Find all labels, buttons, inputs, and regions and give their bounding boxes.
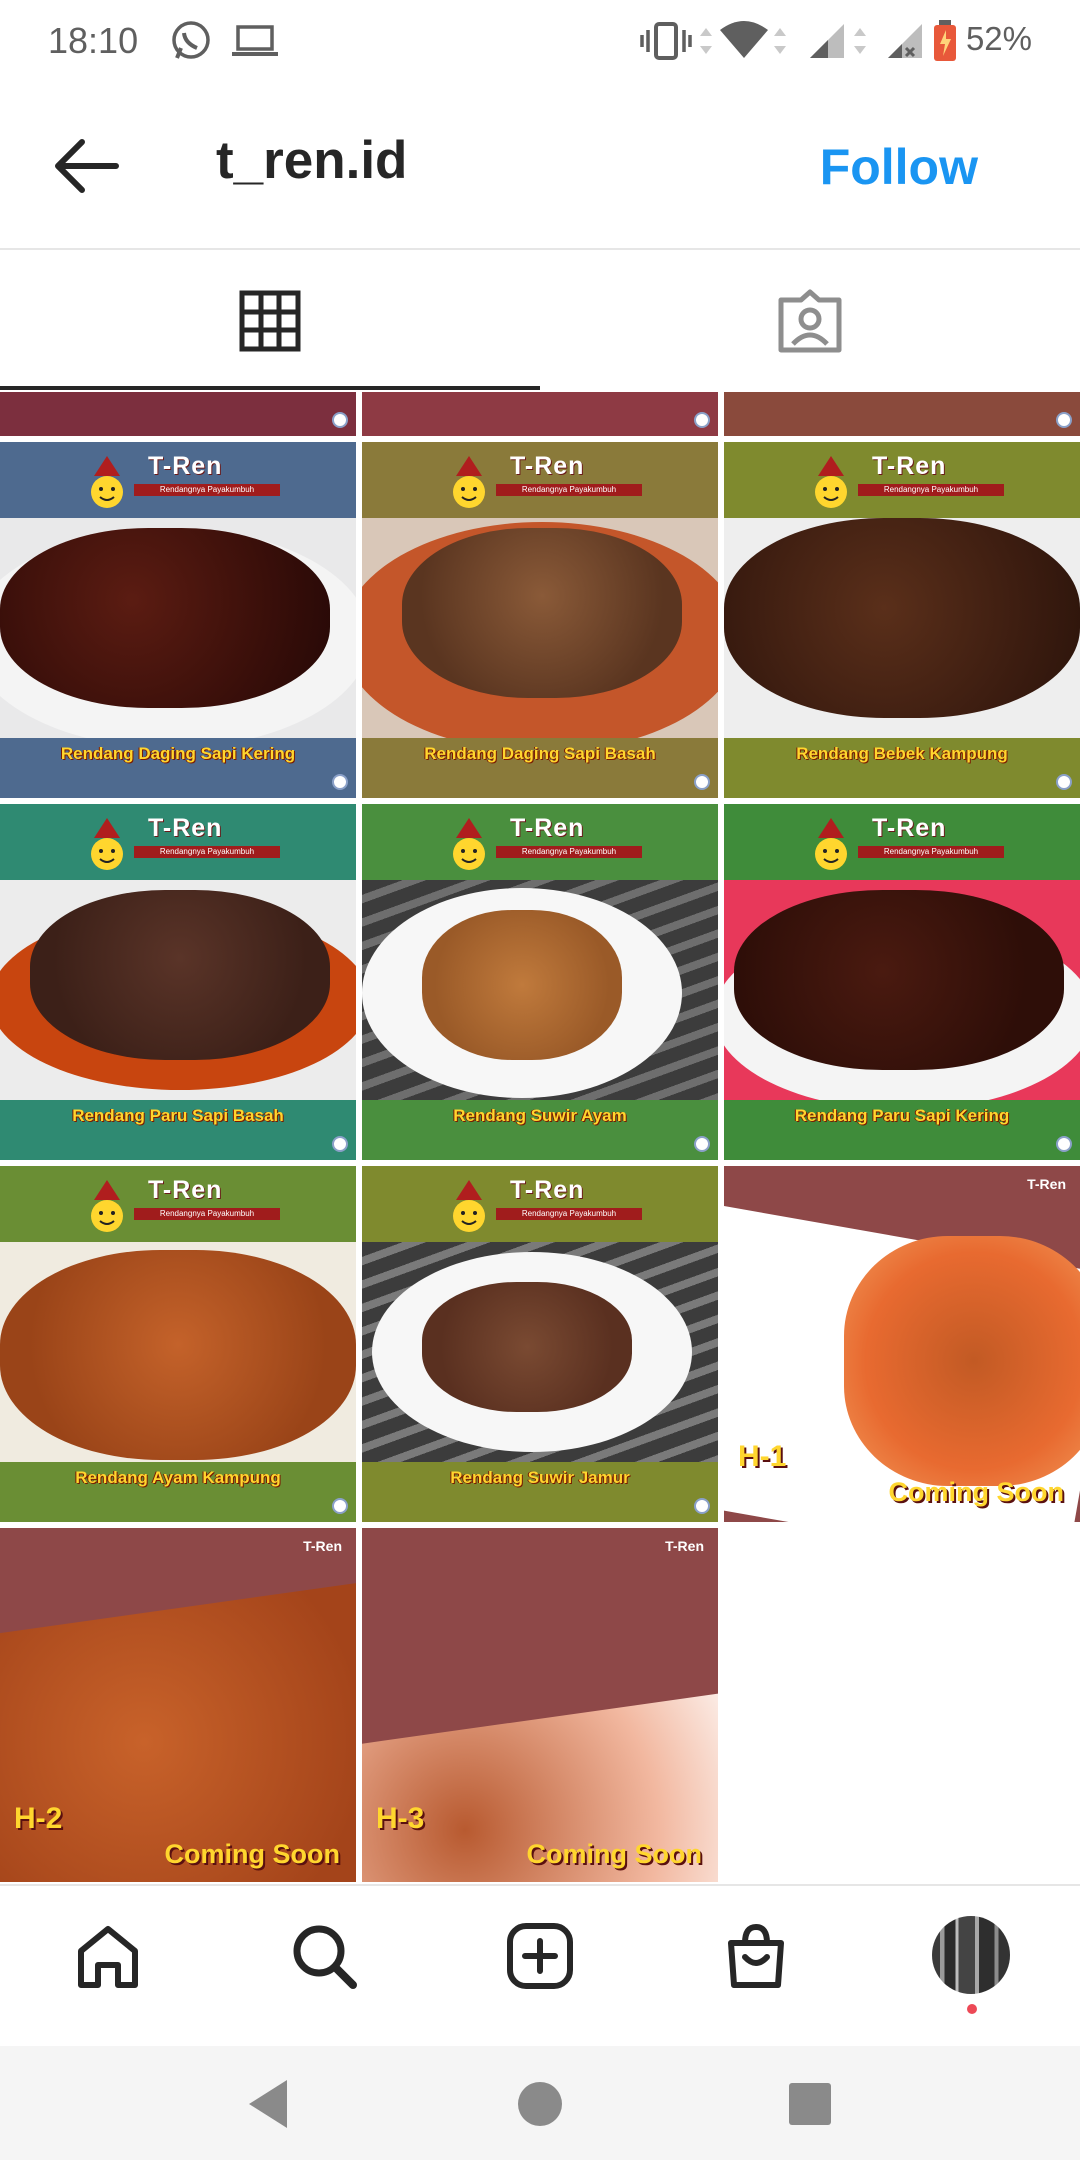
system-back-button[interactable]	[238, 2074, 298, 2134]
brand-logo: T-Ren Rendangnya Payakumbuh	[450, 812, 660, 876]
triangle-back-icon	[249, 2080, 287, 2128]
post-tile[interactable]: T-Ren Rendangnya Payakumbuh Rendang Ayam…	[0, 1166, 356, 1522]
square-recents-icon	[789, 2083, 831, 2125]
search-icon	[293, 1925, 357, 1989]
tagged-person-icon	[778, 289, 842, 353]
tab-grid[interactable]	[0, 250, 540, 392]
brand-logo: T-Ren Rendangnya Payakumbuh	[88, 1174, 298, 1238]
post-tile[interactable]: T-Ren Rendangnya Payakumbuh Rendang Dagi…	[0, 442, 356, 798]
profile-header: t_ren.id Follow	[0, 84, 1080, 250]
system-recents-button[interactable]	[780, 2074, 840, 2134]
brand-logo: T-Ren Rendangnya Payakumbuh	[812, 812, 1022, 876]
brand-logo: T-Ren Rendangnya Payakumbuh	[88, 812, 298, 876]
nav-home[interactable]	[68, 1916, 148, 1996]
signal-off-icon	[884, 18, 928, 69]
post-tile[interactable]: T-Ren Rendangnya Payakumbuh Rendang Suwi…	[362, 1166, 718, 1522]
vibrate-icon	[638, 18, 694, 69]
back-arrow-icon	[55, 139, 119, 193]
post-caption: Rendang Ayam Kampung	[75, 1468, 281, 1487]
multi-image-icon	[694, 774, 710, 790]
post-tile[interactable]: T-Ren Rendangnya Payakumbuh Rendang Paru…	[0, 804, 356, 1160]
countdown-day: H-2	[14, 1802, 63, 1835]
back-button[interactable]	[46, 128, 130, 204]
multi-image-icon	[694, 1136, 710, 1152]
shop-icon	[728, 1923, 784, 1988]
post-caption: Rendang Suwir Ayam	[453, 1106, 627, 1125]
multi-image-icon	[1056, 1136, 1072, 1152]
laptop-icon	[230, 18, 280, 69]
post-tile[interactable]: T-Ren Rendangnya Payakumbuh Rendang Suwi…	[362, 804, 718, 1160]
multi-image-icon	[332, 1498, 348, 1514]
battery-percent: 52%	[965, 20, 1032, 57]
brand-logo: T-Ren Rendangnya Payakumbuh	[450, 1174, 660, 1238]
nav-profile-avatar[interactable]	[932, 1916, 1010, 1994]
whatsapp-icon	[168, 18, 214, 69]
post-caption: Rendang Bebek Kampung	[796, 744, 1008, 763]
post-tile[interactable]: T-Ren Rendangnya Payakumbuh Rendang Paru…	[724, 804, 1080, 1160]
nav-new-post[interactable]	[500, 1916, 580, 1996]
post-tile[interactable]: T-Ren Rendangnya Payakumbuh Rendang Dagi…	[362, 442, 718, 798]
profile-username: t_ren.id	[216, 131, 408, 190]
nav-shop[interactable]	[716, 1916, 796, 1996]
post-caption: Rendang Daging Sapi Basah	[424, 744, 656, 763]
countdown-day: H-1	[738, 1440, 787, 1473]
coming-soon-label: Coming Soon	[526, 1839, 702, 1869]
profile-tabs	[0, 250, 1080, 392]
data-arrows-icon	[696, 18, 716, 69]
multi-image-icon	[1056, 412, 1072, 428]
countdown-day: H-3	[376, 1802, 425, 1835]
post-caption: Rendang Daging Sapi Kering	[60, 744, 296, 763]
brand-logo: T-Ren Rendangnya Payakumbuh	[450, 450, 660, 514]
home-icon	[78, 1926, 138, 1988]
system-home-button[interactable]	[510, 2074, 570, 2134]
multi-image-icon	[1056, 774, 1072, 790]
tab-active-indicator	[0, 386, 540, 390]
nav-search[interactable]	[284, 1916, 364, 1996]
status-time: 18:10	[48, 20, 139, 61]
bottom-nav	[0, 1884, 1080, 2046]
coming-soon-label: Coming Soon	[888, 1477, 1064, 1507]
post-caption: Rendang Paru Sapi Kering	[794, 1106, 1010, 1125]
brand-logo: T-Ren Rendangnya Payakumbuh	[812, 450, 1022, 514]
post-caption: Rendang Suwir Jamur	[450, 1468, 630, 1487]
post-tile-partial-3[interactable]	[724, 392, 1080, 436]
wifi-icon	[716, 18, 772, 69]
data-arrows-icon-3	[850, 18, 870, 69]
multi-image-icon	[694, 412, 710, 428]
posts-grid: T-Ren Rendangnya Payakumbuh Rendang Dagi…	[0, 392, 1080, 1882]
post-tile-coming-soon[interactable]: T-Ren H-1 Coming Soon	[724, 1166, 1080, 1522]
system-nav-bar	[0, 2046, 1080, 2160]
post-tile-partial-2[interactable]	[362, 392, 718, 436]
circle-home-icon	[518, 2082, 562, 2126]
follow-button[interactable]: Follow	[820, 138, 978, 196]
new-post-icon	[507, 1923, 573, 1989]
status-bar: 18:10 52%	[0, 0, 1080, 84]
multi-image-icon	[332, 412, 348, 428]
post-caption: Rendang Paru Sapi Basah	[72, 1106, 284, 1125]
multi-image-icon	[332, 1136, 348, 1152]
multi-image-icon	[694, 1498, 710, 1514]
signal-icon	[806, 18, 850, 69]
post-tile-coming-soon[interactable]: T-Ren H-3 Coming Soon	[362, 1528, 718, 1882]
battery-icon	[930, 18, 960, 69]
coming-soon-label: Coming Soon	[164, 1839, 340, 1869]
tab-tagged[interactable]	[540, 250, 1080, 392]
notification-dot	[967, 2004, 977, 2014]
data-arrows-icon-2	[770, 18, 790, 69]
post-tile-coming-soon[interactable]: T-Ren H-2 Coming Soon	[0, 1528, 356, 1882]
post-tile[interactable]: T-Ren Rendangnya Payakumbuh Rendang Bebe…	[724, 442, 1080, 798]
grid-icon	[239, 290, 301, 352]
brand-logo: T-Ren Rendangnya Payakumbuh	[88, 450, 298, 514]
post-tile-partial-1[interactable]	[0, 392, 356, 436]
multi-image-icon	[332, 774, 348, 790]
